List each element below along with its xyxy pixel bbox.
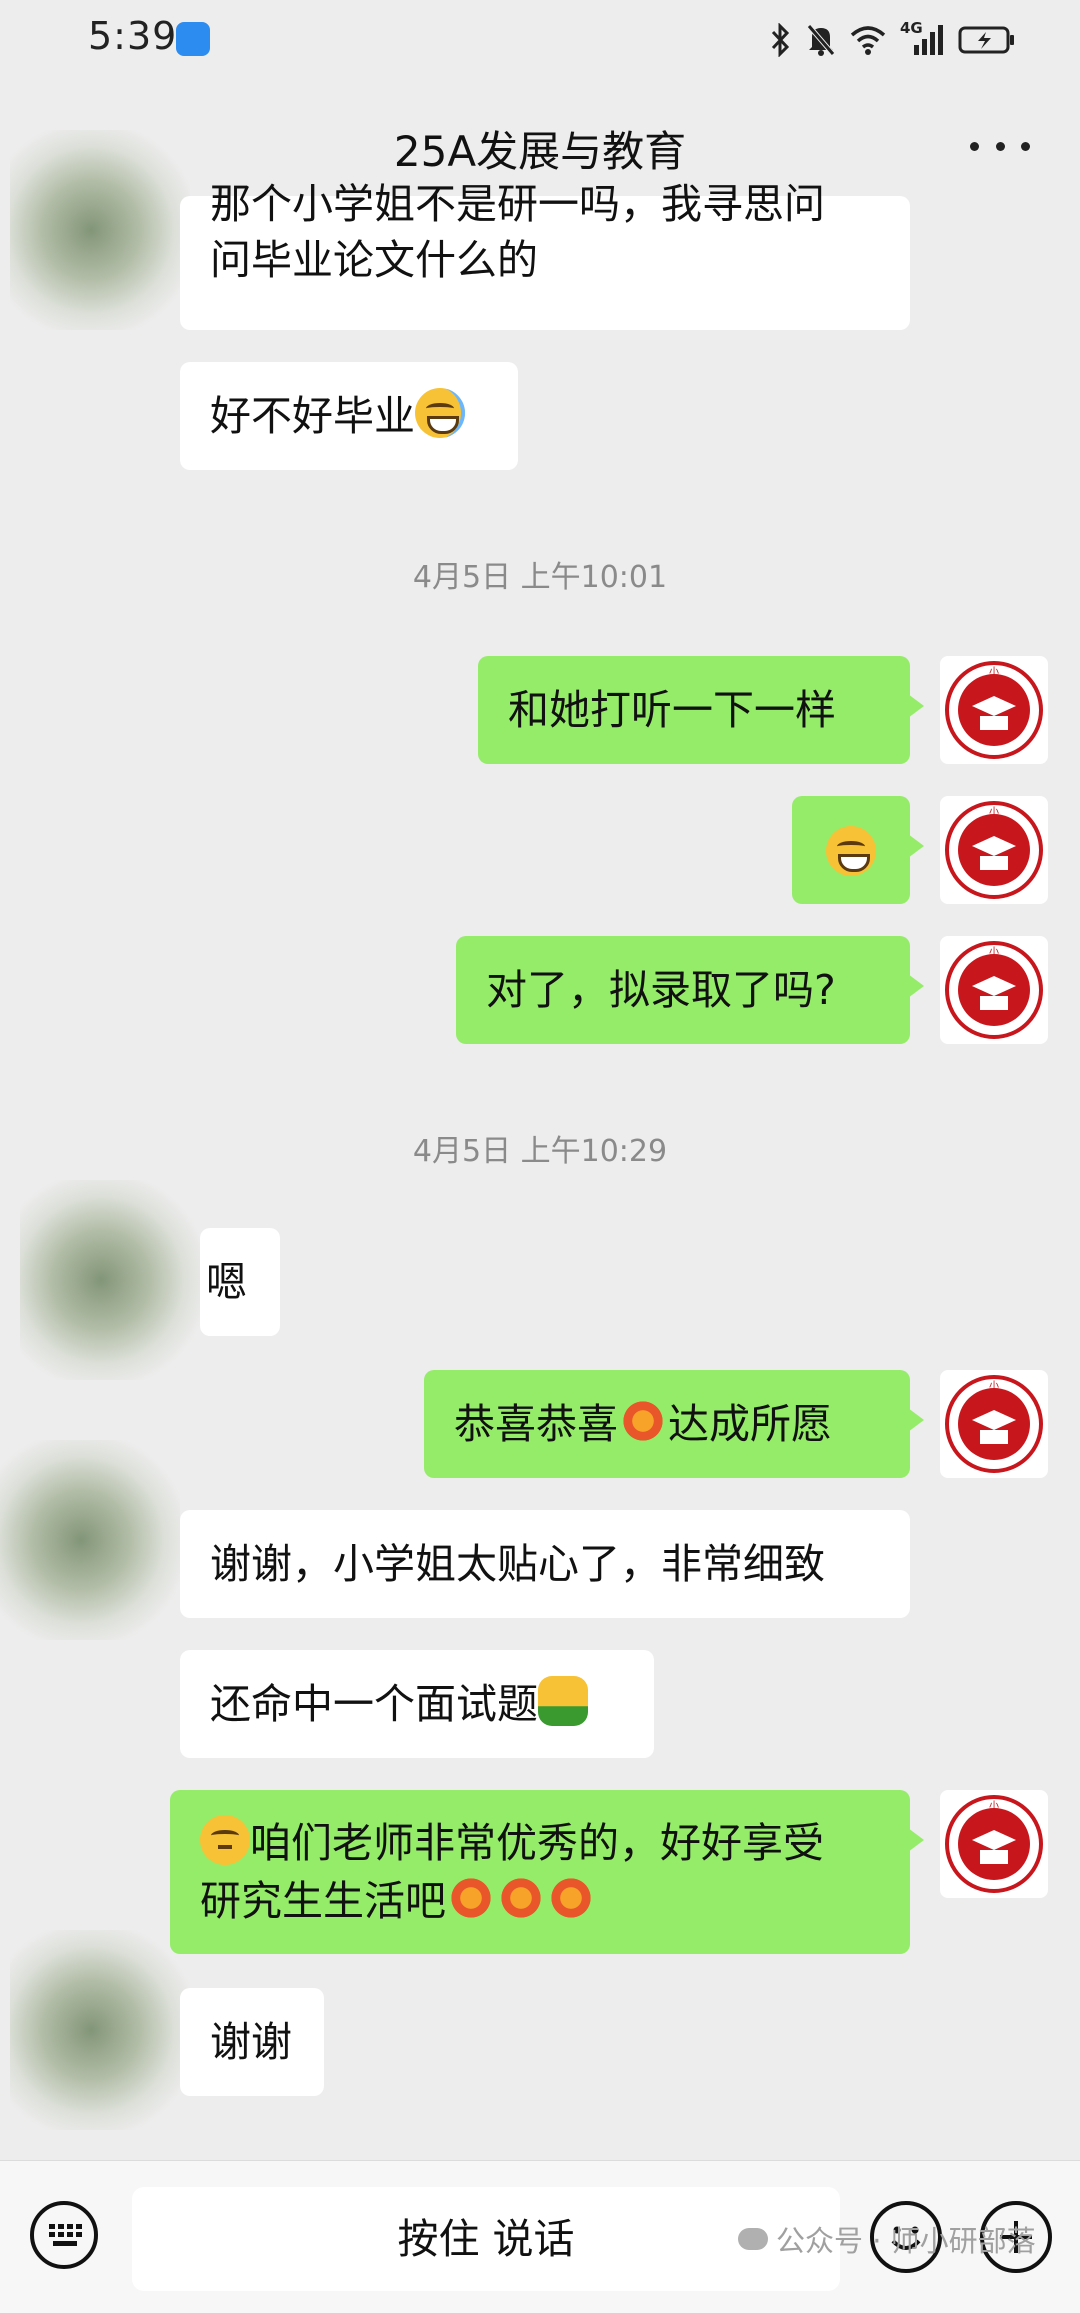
avatar-blurred[interactable] xyxy=(10,1930,190,2130)
fireworks-emoji xyxy=(546,1873,596,1923)
message-timestamp: 4月5日 上午10:29 xyxy=(412,1134,668,1169)
svg-text:小: 小 xyxy=(989,1800,999,1812)
thumbs-up-emoji xyxy=(538,1676,588,1726)
svg-text:小: 小 xyxy=(989,1380,999,1392)
message-text: 恭喜恭喜 xyxy=(454,1400,618,1448)
message-bubble-left: 嗯 xyxy=(200,1228,280,1336)
message-text: 谢谢，小学姐太贴心了，非常细致 xyxy=(210,1540,825,1588)
message-text: 谢谢 xyxy=(210,2018,292,2066)
message-timestamp: 4月5日 上午10:01 xyxy=(412,560,668,595)
message-text: 研究生生活吧 xyxy=(200,1877,446,1925)
avatar-self[interactable]: 小 xyxy=(940,1790,1048,1898)
message-text: 问毕业论文什么的 xyxy=(210,236,538,284)
signal-icon: 4G xyxy=(900,19,944,57)
fireworks-emoji xyxy=(618,1396,668,1446)
battery-icon xyxy=(958,26,1014,54)
message-text: 好不好毕业 xyxy=(210,392,415,440)
more-button[interactable] xyxy=(970,126,1030,166)
avatar-blurred[interactable] xyxy=(20,1180,200,1380)
message-text: 还命中一个面试题 xyxy=(210,1680,538,1728)
keyboard-toggle-button[interactable] xyxy=(30,2201,98,2269)
message-text: 嗯 xyxy=(206,1258,247,1306)
message-bubble-left: 那个小学姐不是研一吗，我寻思问 问毕业论文什么的 xyxy=(180,180,910,330)
avatar-self[interactable]: 小 xyxy=(940,936,1048,1044)
avatar-self[interactable]: 小 xyxy=(940,1370,1048,1478)
fireworks-emoji xyxy=(496,1873,546,1923)
fireworks-emoji xyxy=(446,1873,496,1923)
keyboard-icon xyxy=(49,2224,82,2246)
message-bubble-right: 和她打听一下一样 xyxy=(478,656,924,764)
message-bubble-left: 谢谢，小学姐太贴心了，非常细致 xyxy=(180,1510,910,1618)
wechat-logo-icon xyxy=(738,2228,768,2250)
avatar-blurred[interactable] xyxy=(10,130,190,330)
school-logo-icon: 小 xyxy=(945,801,1043,899)
message-text: 咱们老师非常优秀的，好好享受 xyxy=(250,1819,824,1867)
hold-to-talk-button[interactable]: 按住 说话 xyxy=(132,2187,840,2291)
svg-text:小: 小 xyxy=(989,806,999,818)
grin-emoji xyxy=(826,826,876,876)
message-bubble-right: 恭喜恭喜 达成所愿 xyxy=(424,1370,924,1478)
avatar-self[interactable]: 小 xyxy=(940,796,1048,904)
weather-icon xyxy=(176,22,210,56)
school-logo-icon: 小 xyxy=(945,1375,1043,1473)
avatar-blurred[interactable] xyxy=(0,1440,180,1640)
message-bubble-right: 对了，拟录取了吗? xyxy=(456,936,924,1044)
message-text: 和她打听一下一样 xyxy=(508,686,836,734)
watermark: 公众号 · 师小研部落 xyxy=(738,2218,1036,2260)
bluetooth-icon xyxy=(771,23,790,57)
message-bubble-left: 好不好毕业 xyxy=(180,362,518,470)
watermark-text: 公众号 · 师小研部落 xyxy=(776,2224,1036,2258)
svg-text:小: 小 xyxy=(989,946,999,958)
message-text: 对了，拟录取了吗? xyxy=(486,966,836,1014)
message-text: 那个小学姐不是研一吗，我寻思问 xyxy=(210,180,825,228)
message-bubble-left: 还命中一个面试题 xyxy=(180,1650,654,1758)
message-text: 达成所愿 xyxy=(668,1400,832,1448)
svg-text:小: 小 xyxy=(989,666,999,678)
status-icons: 4G xyxy=(770,19,1016,60)
more-icon-dot xyxy=(1021,141,1030,151)
mute-icon xyxy=(807,24,835,56)
message-bubble-right xyxy=(792,796,924,904)
school-logo-icon: 小 xyxy=(945,661,1043,759)
thinking-emoji xyxy=(200,1815,250,1865)
status-bar: 5:39 4G xyxy=(0,0,1080,80)
message-bubble-right: 咱们老师非常优秀的，好好享受 研究生生活吧 xyxy=(170,1790,924,1954)
more-icon-dot xyxy=(970,141,979,151)
school-logo-icon: 小 xyxy=(945,941,1043,1039)
more-icon-dot xyxy=(995,141,1005,151)
laugh-cry-emoji xyxy=(415,388,465,438)
status-time: 5:39 xyxy=(88,14,178,58)
school-logo-icon: 小 xyxy=(945,1795,1043,1893)
message-bubble-left: 谢谢 xyxy=(180,1988,324,2096)
wifi-icon xyxy=(850,26,886,55)
avatar-self[interactable]: 小 xyxy=(940,656,1048,764)
